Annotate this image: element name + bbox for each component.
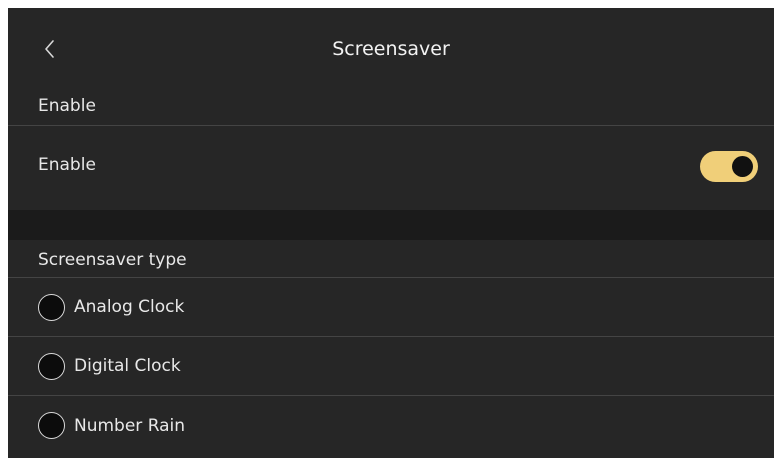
option-label: Number Rain bbox=[74, 415, 186, 436]
option-label: Analog Clock bbox=[74, 297, 185, 317]
enable-row: Enable bbox=[8, 126, 774, 210]
section-divider bbox=[8, 210, 774, 240]
header: Screensaver bbox=[8, 8, 774, 86]
enable-row-label: Enable bbox=[38, 155, 96, 175]
screensaver-type-options: Analog Clock Digital Clock Number Rain bbox=[8, 278, 774, 455]
screensaver-settings-screen: Screensaver Enable Enable Screensaver ty… bbox=[8, 8, 774, 458]
option-number-rain[interactable]: Number Rain bbox=[8, 396, 774, 455]
radio-button[interactable] bbox=[38, 412, 65, 439]
option-digital-clock[interactable]: Digital Clock bbox=[8, 337, 774, 396]
toggle-knob bbox=[732, 156, 753, 177]
option-analog-clock[interactable]: Analog Clock bbox=[8, 278, 774, 337]
radio-button[interactable] bbox=[38, 293, 65, 321]
radio-button[interactable] bbox=[38, 352, 65, 380]
enable-toggle[interactable] bbox=[700, 151, 758, 182]
enable-section-header: Enable bbox=[8, 86, 774, 126]
page-title: Screensaver bbox=[332, 38, 450, 60]
option-label: Digital Clock bbox=[74, 356, 181, 376]
screensaver-type-header: Screensaver type bbox=[8, 240, 774, 278]
